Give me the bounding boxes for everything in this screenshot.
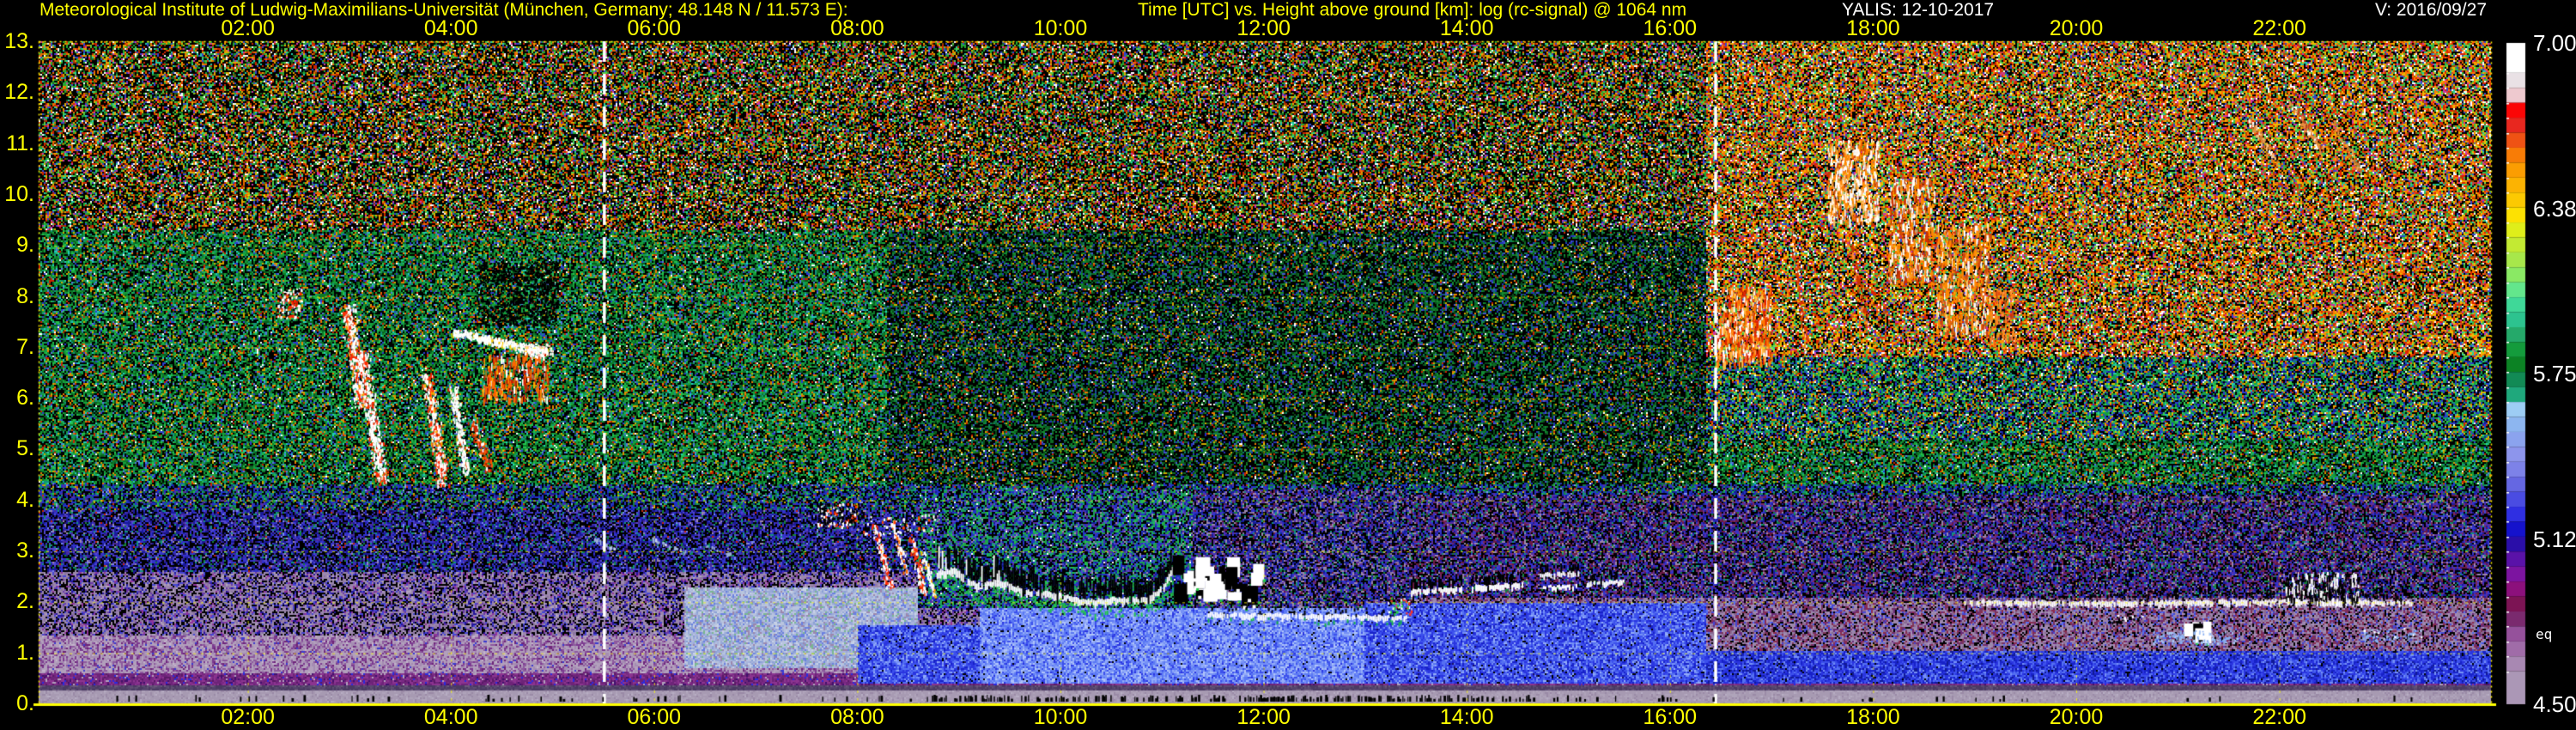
lidar-heatmap-canvas — [0, 0, 2576, 730]
x-tick-label-top: 06:00 — [627, 16, 682, 40]
x-tick-label-top: 08:00 — [830, 16, 884, 40]
x-tick-label-top: 22:00 — [2252, 16, 2306, 40]
x-tick-label-bottom: 20:00 — [2049, 705, 2104, 729]
x-tick-label-bottom: 12:00 — [1236, 705, 1291, 729]
x-tick-label-bottom: 18:00 — [1846, 705, 1900, 729]
y-tick-label: 3. — [16, 538, 34, 563]
y-tick-label: 5. — [16, 436, 34, 461]
y-tick-label: 1. — [16, 640, 34, 665]
colorbar-tick-label: 4.50 — [2533, 691, 2576, 717]
colorbar-tick-label: 7.00 — [2533, 30, 2576, 56]
x-tick-label-bottom: 04:00 — [423, 705, 478, 729]
x-tick-label-top: 02:00 — [221, 16, 275, 40]
x-tick-label-bottom: 06:00 — [627, 705, 682, 729]
x-tick-label-bottom: 10:00 — [1033, 705, 1088, 729]
y-tick-label: 7. — [16, 334, 34, 359]
y-tick-label: 13. — [4, 28, 34, 53]
y-tick-label: 6. — [16, 386, 34, 411]
y-tick-label: 4. — [16, 487, 34, 512]
colorbar-tick-label: 5.12 — [2533, 526, 2576, 552]
x-tick-label-top: 10:00 — [1033, 16, 1088, 40]
x-tick-label-top: 20:00 — [2049, 16, 2104, 40]
x-tick-label-bottom: 16:00 — [1643, 705, 1698, 729]
x-tick-label-bottom: 08:00 — [830, 705, 884, 729]
x-tick-label-top: 04:00 — [423, 16, 478, 40]
x-tick-label-bottom: 14:00 — [1439, 705, 1494, 729]
y-tick-label: 0. — [16, 691, 34, 715]
y-tick-label: 10. — [4, 181, 34, 206]
y-tick-label: 11. — [6, 131, 34, 155]
x-tick-label-top: 14:00 — [1439, 16, 1494, 40]
x-tick-label-top: 12:00 — [1236, 16, 1291, 40]
version-label: V: 2016/09/27 — [2375, 0, 2487, 20]
x-tick-label-top: 18:00 — [1846, 16, 1900, 40]
y-tick-label: 8. — [16, 283, 34, 308]
y-tick-label: 2. — [16, 589, 34, 614]
x-tick-label-bottom: 22:00 — [2252, 705, 2306, 729]
plot-title: Time [UTC] vs. Height above ground [km]:… — [1138, 0, 1687, 20]
lidar-quicklook-page: Meteorological Institute of Ludwig-Maxim… — [0, 0, 2576, 730]
x-tick-label-top: 16:00 — [1643, 16, 1698, 40]
colorbar-tick-label: 6.38 — [2533, 195, 2576, 222]
y-tick-label: 9. — [16, 233, 34, 258]
colorbar-tick-label: 5.75 — [2533, 361, 2576, 386]
colorbar-note: eq — [2536, 626, 2553, 642]
y-tick-label: 12. — [4, 80, 34, 105]
x-tick-label-bottom: 02:00 — [221, 705, 275, 729]
